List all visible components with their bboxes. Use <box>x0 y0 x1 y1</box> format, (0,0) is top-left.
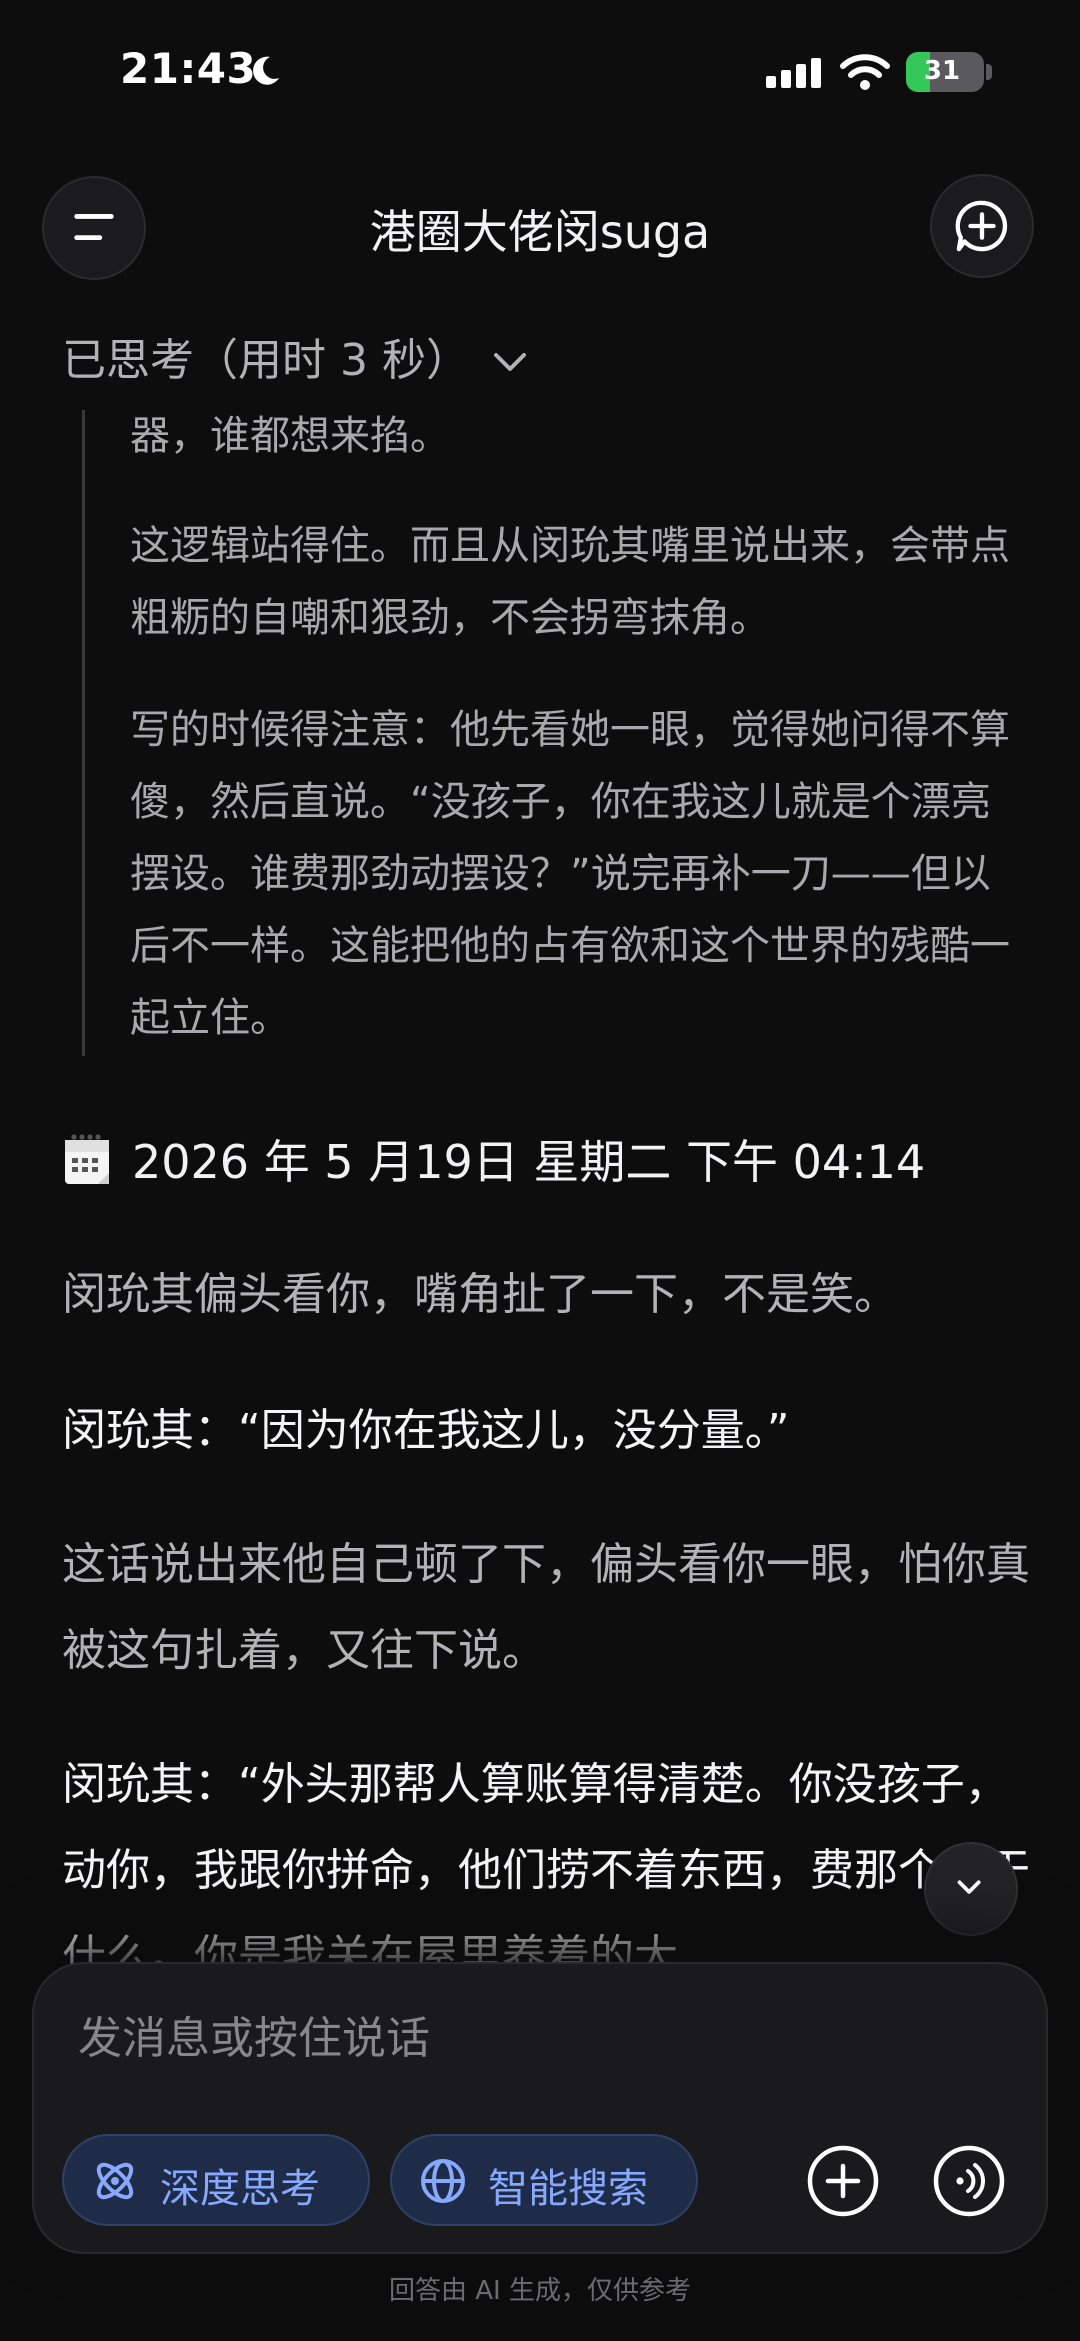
smart-search-toggle[interactable]: 智能搜索 <box>390 2134 698 2226</box>
message-composer: 发消息或按住说话 深度思考 智能搜索 <box>32 1962 1048 2254</box>
globe-icon <box>421 2159 465 2203</box>
date-line: 2026 年 5 月19日 星期二 下午 04:14 <box>62 1126 925 1192</box>
menu-button[interactable] <box>42 176 146 280</box>
add-attachment-button[interactable] <box>804 2142 882 2220</box>
ai-disclaimer: 回答由 AI 生成，仅供参考 <box>389 2276 691 2306</box>
scroll-to-bottom-button[interactable] <box>924 1842 1018 1936</box>
chat-title: 港圈大佬闵suga <box>369 205 711 259</box>
moon-icon <box>253 56 279 85</box>
message-input[interactable]: 发消息或按住说话 <box>78 2002 430 2066</box>
thinking-paragraph: 这逻辑站得住。而且从闵玧其嘴里说出来，会带点粗粝的自嘲和狠劲，不会拐弯抹角。 <box>130 523 1010 641</box>
status-bar: 21:43 31 <box>0 0 1080 150</box>
calendar-icon <box>65 1134 109 1184</box>
date-text: 2026 年 5 月19日 星期二 下午 04:14 <box>132 1135 926 1189</box>
battery-indicator: 31 <box>906 52 984 92</box>
battery-percent: 31 <box>923 56 961 86</box>
message-paragraph: 这话说出来他自己顿了下，偏头看你一眼，怕你真被这句扎着，又往下说。 <box>62 1539 1030 1676</box>
message-paragraph: 闵玧其偏头看你，嘴角扯了一下，不是笑。 <box>62 1269 898 1320</box>
voice-call-button[interactable] <box>930 2142 1008 2220</box>
thinking-toggle-label: 已思考（用时 3 秒） <box>62 335 470 386</box>
chevron-down-icon <box>493 353 526 371</box>
thinking-divider <box>82 410 85 1056</box>
deep-think-label: 深度思考 <box>160 2166 320 2212</box>
message-paragraph: 闵玧其：“因为你在我这儿，没分量。” <box>62 1405 790 1456</box>
thinking-paragraph: 器，谁都想来掐。 <box>130 413 450 459</box>
deep-think-toggle[interactable]: 深度思考 <box>62 2134 370 2226</box>
new-chat-icon <box>955 200 1008 252</box>
cellular-signal-icon <box>766 58 821 88</box>
menu-icon <box>74 214 114 241</box>
thinking-toggle[interactable]: 已思考（用时 3 秒） <box>62 324 530 388</box>
wifi-icon <box>840 54 890 90</box>
chevron-down-icon <box>957 1880 981 1894</box>
thinking-paragraph: 写的时候得注意：他先看她一眼，觉得她问得不算傻，然后直说。“没孩子，你在我这儿就… <box>130 707 1010 1041</box>
new-chat-button[interactable] <box>930 174 1034 278</box>
status-time: 21:43 <box>120 44 257 93</box>
atom-icon <box>96 2162 134 2200</box>
smart-search-label: 智能搜索 <box>488 2166 648 2212</box>
battery-cap <box>986 64 992 80</box>
